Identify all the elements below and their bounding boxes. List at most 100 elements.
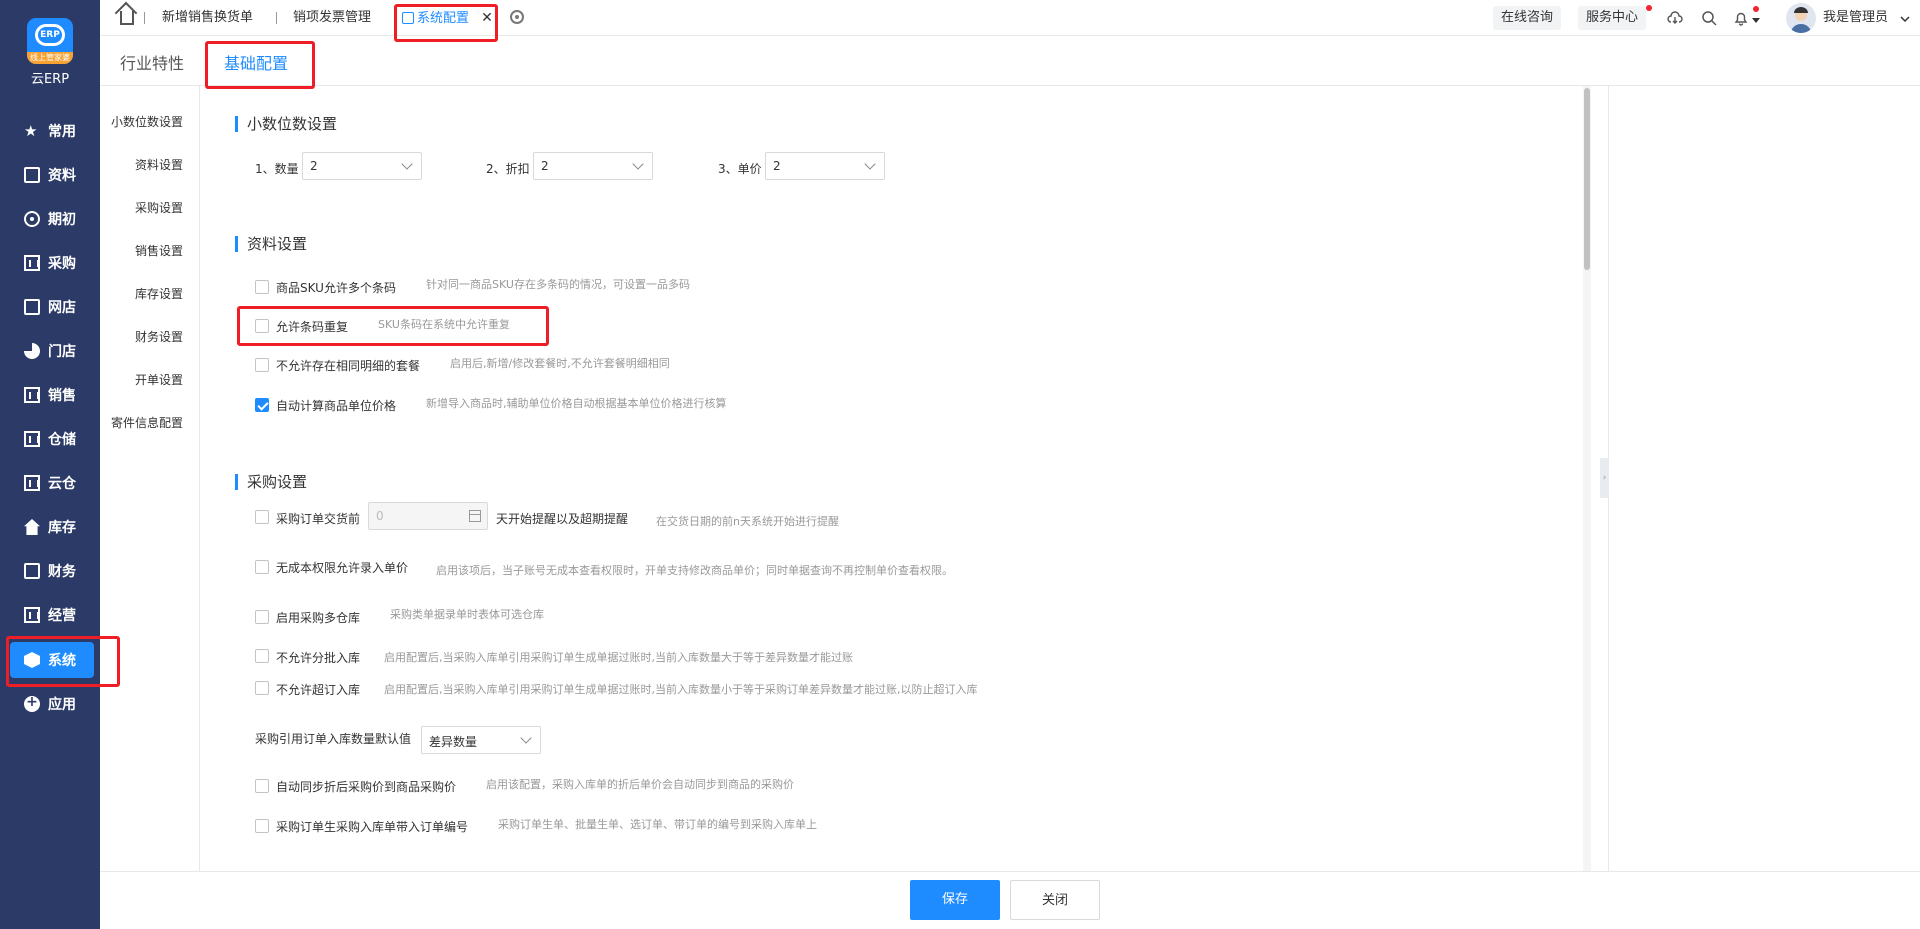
option-hint: 启用配置后,当采购入库单引用采购订单生成单据过账时,当前入库数量大于等于差异数量… xyxy=(384,651,853,664)
sidebar-item-label: 库存 xyxy=(48,520,76,536)
sidebar-item-initial[interactable]: 期初 xyxy=(0,201,100,237)
tab-basic-config[interactable]: 基础配置 xyxy=(224,50,288,74)
sidebar-item-sales[interactable]: 销售 xyxy=(0,377,100,413)
service-center-button[interactable]: 服务中心 xyxy=(1578,6,1647,30)
sidebar-item-label: 系统 xyxy=(48,653,76,669)
select-value: 2 xyxy=(541,159,549,173)
option-hint: 启用该项后，当子账号无成本查看权限时，开单支持修改商品单价；同时单据查询不再控制… xyxy=(436,564,953,577)
checkbox-no-batch-receipt[interactable] xyxy=(255,649,269,663)
section-nav-sales[interactable]: 销售设置 xyxy=(135,242,183,259)
section-nav-billing[interactable]: 开单设置 xyxy=(135,371,183,388)
section-nav-purchase[interactable]: 采购设置 xyxy=(135,199,183,216)
option-hint: 启用后,新增/修改套餐时,不允许套餐明细相同 xyxy=(450,357,670,370)
sidebar-item-purchase[interactable]: 采购 xyxy=(0,245,100,281)
option-label: 启用采购多仓库 xyxy=(276,611,361,625)
default-qty-select[interactable]: 差异数量 xyxy=(421,726,541,754)
tab-system-config[interactable]: 系统配置 ✕ xyxy=(402,0,493,36)
tab-industry-features[interactable]: 行业特性 xyxy=(120,50,184,74)
pie-chart-icon xyxy=(24,343,40,359)
sidebar-item-apps[interactable]: 应用 xyxy=(0,686,100,722)
quantity-decimal-select[interactable]: 2 xyxy=(302,152,422,180)
discount-decimal-select[interactable]: 2 xyxy=(533,152,653,180)
sidebar-item-label: 采购 xyxy=(48,256,76,272)
option-hint: 启用该配置，采购入库单的折后单价会自动同步到商品的采购价 xyxy=(486,778,794,791)
section-nav-shipping-info[interactable]: 寄件信息配置 xyxy=(111,414,183,431)
sidebar-item-business[interactable]: 经营 xyxy=(0,597,100,633)
target-icon xyxy=(24,211,40,227)
sidebar-item-system[interactable]: 系统 xyxy=(10,642,94,678)
section-nav-inventory[interactable]: 库存设置 xyxy=(135,285,183,302)
sidebar-item-label: 仓储 xyxy=(48,432,76,448)
chevron-down-icon[interactable] xyxy=(1900,13,1910,23)
select-value: 差异数量 xyxy=(429,735,478,749)
logo[interactable]: ERP 线上管家婆 云ERP xyxy=(0,18,100,96)
online-consult-button[interactable]: 在线咨询 xyxy=(1493,6,1562,30)
sidebar-item-retail-store[interactable]: 门店 xyxy=(0,333,100,369)
footer: 保存 关闭 xyxy=(100,871,1920,929)
price-decimal-select[interactable]: 2 xyxy=(765,152,885,180)
cloud-download-icon[interactable] xyxy=(1667,10,1683,26)
close-tab-icon[interactable]: ✕ xyxy=(481,10,493,26)
chevron-down-icon xyxy=(401,158,413,170)
sidebar-item-common[interactable]: ★ 常用 xyxy=(0,113,100,149)
plus-circle-icon xyxy=(24,694,40,712)
store-icon xyxy=(24,299,40,315)
close-button[interactable]: 关闭 xyxy=(1010,880,1100,920)
sidebar-item-label: 常用 xyxy=(48,124,76,140)
tab-new-sales-exchange[interactable]: 新增销售换货单 xyxy=(162,0,253,36)
checkbox-delivery-reminder[interactable] xyxy=(255,510,269,524)
checkbox-no-cost-price-entry[interactable] xyxy=(255,560,269,574)
select-value: 2 xyxy=(310,159,318,173)
bell-icon[interactable] xyxy=(1733,10,1749,26)
sidebar-item-label: 销售 xyxy=(48,388,76,404)
collapse-panel-icon[interactable]: › xyxy=(1600,458,1609,498)
option-label: 不允许超订入库 xyxy=(276,683,361,697)
cloud-warehouse-icon xyxy=(24,475,40,491)
option-label: 自动同步折后采购价到商品采购价 xyxy=(276,780,457,794)
save-button[interactable]: 保存 xyxy=(910,880,1000,920)
checkbox-multi-warehouse[interactable] xyxy=(255,610,269,624)
bar-chart-icon xyxy=(24,387,40,403)
section-nav-data[interactable]: 资料设置 xyxy=(135,156,183,173)
tab-divider xyxy=(144,12,145,24)
search-icon[interactable] xyxy=(1701,10,1717,26)
reminder-days-input[interactable]: 0 xyxy=(368,502,488,530)
gear-icon[interactable] xyxy=(510,10,524,24)
discount-label: 2、折扣 xyxy=(486,162,530,176)
sidebar-item-cloud-warehouse[interactable]: 云仓 xyxy=(0,465,100,501)
sidebar-item-label: 门店 xyxy=(48,344,76,360)
sidebar-item-storage[interactable]: 仓储 xyxy=(0,421,100,457)
checkbox-sync-discount-price[interactable] xyxy=(255,779,269,793)
tab-output-invoice[interactable]: 销项发票管理 xyxy=(293,0,371,36)
avatar[interactable] xyxy=(1786,3,1816,33)
sidebar-item-label: 经营 xyxy=(48,608,76,624)
checkbox-carry-order-number[interactable] xyxy=(255,819,269,833)
sidebar-item-online-store[interactable]: 网店 xyxy=(0,289,100,325)
option-hint: 在交货日期的前n天系统开始进行提醒 xyxy=(656,515,839,528)
checkbox-no-over-order-receipt[interactable] xyxy=(255,681,269,695)
section-nav-finance[interactable]: 财务设置 xyxy=(135,328,183,345)
caret-down-icon[interactable] xyxy=(1752,13,1760,23)
sidebar-item-data[interactable]: 资料 xyxy=(0,157,100,193)
finance-icon xyxy=(24,563,40,579)
config-content: 小数位数设置 1、数量 2 2、折扣 2 3、单价 2 资料设置 商品SKU允许… xyxy=(200,86,1583,871)
warehouse-icon xyxy=(24,431,40,447)
scrollbar-thumb[interactable] xyxy=(1584,88,1590,270)
user-name[interactable]: 我是管理员 xyxy=(1823,0,1888,36)
option-hint: 新增导入商品时,辅助单位价格自动根据基本单位价格进行核算 xyxy=(426,397,727,410)
sidebar-item-inventory[interactable]: 库存 xyxy=(0,509,100,545)
home-icon xyxy=(24,519,40,535)
sidebar-item-finance[interactable]: 财务 xyxy=(0,553,100,589)
option-hint: 采购订单生单、批量生单、选订单、带订单的编号到采购入库单上 xyxy=(498,818,817,831)
checkbox-auto-calc-unit-price[interactable] xyxy=(255,398,269,412)
default-qty-label: 采购引用订单入库数量默认值 xyxy=(255,732,412,746)
sidebar-item-label: 财务 xyxy=(48,564,76,580)
option-label: 自动计算商品单位价格 xyxy=(276,399,397,413)
checkbox-no-duplicate-bundle[interactable] xyxy=(255,358,269,372)
checkbox-sku-multi-barcode[interactable] xyxy=(255,280,269,294)
checkbox-allow-duplicate-barcode[interactable] xyxy=(255,319,269,333)
home-icon[interactable] xyxy=(120,11,134,25)
sidebar-item-label: 期初 xyxy=(48,212,76,228)
bell-notification-dot xyxy=(1753,6,1759,12)
section-nav-decimal[interactable]: 小数位数设置 xyxy=(111,113,183,130)
